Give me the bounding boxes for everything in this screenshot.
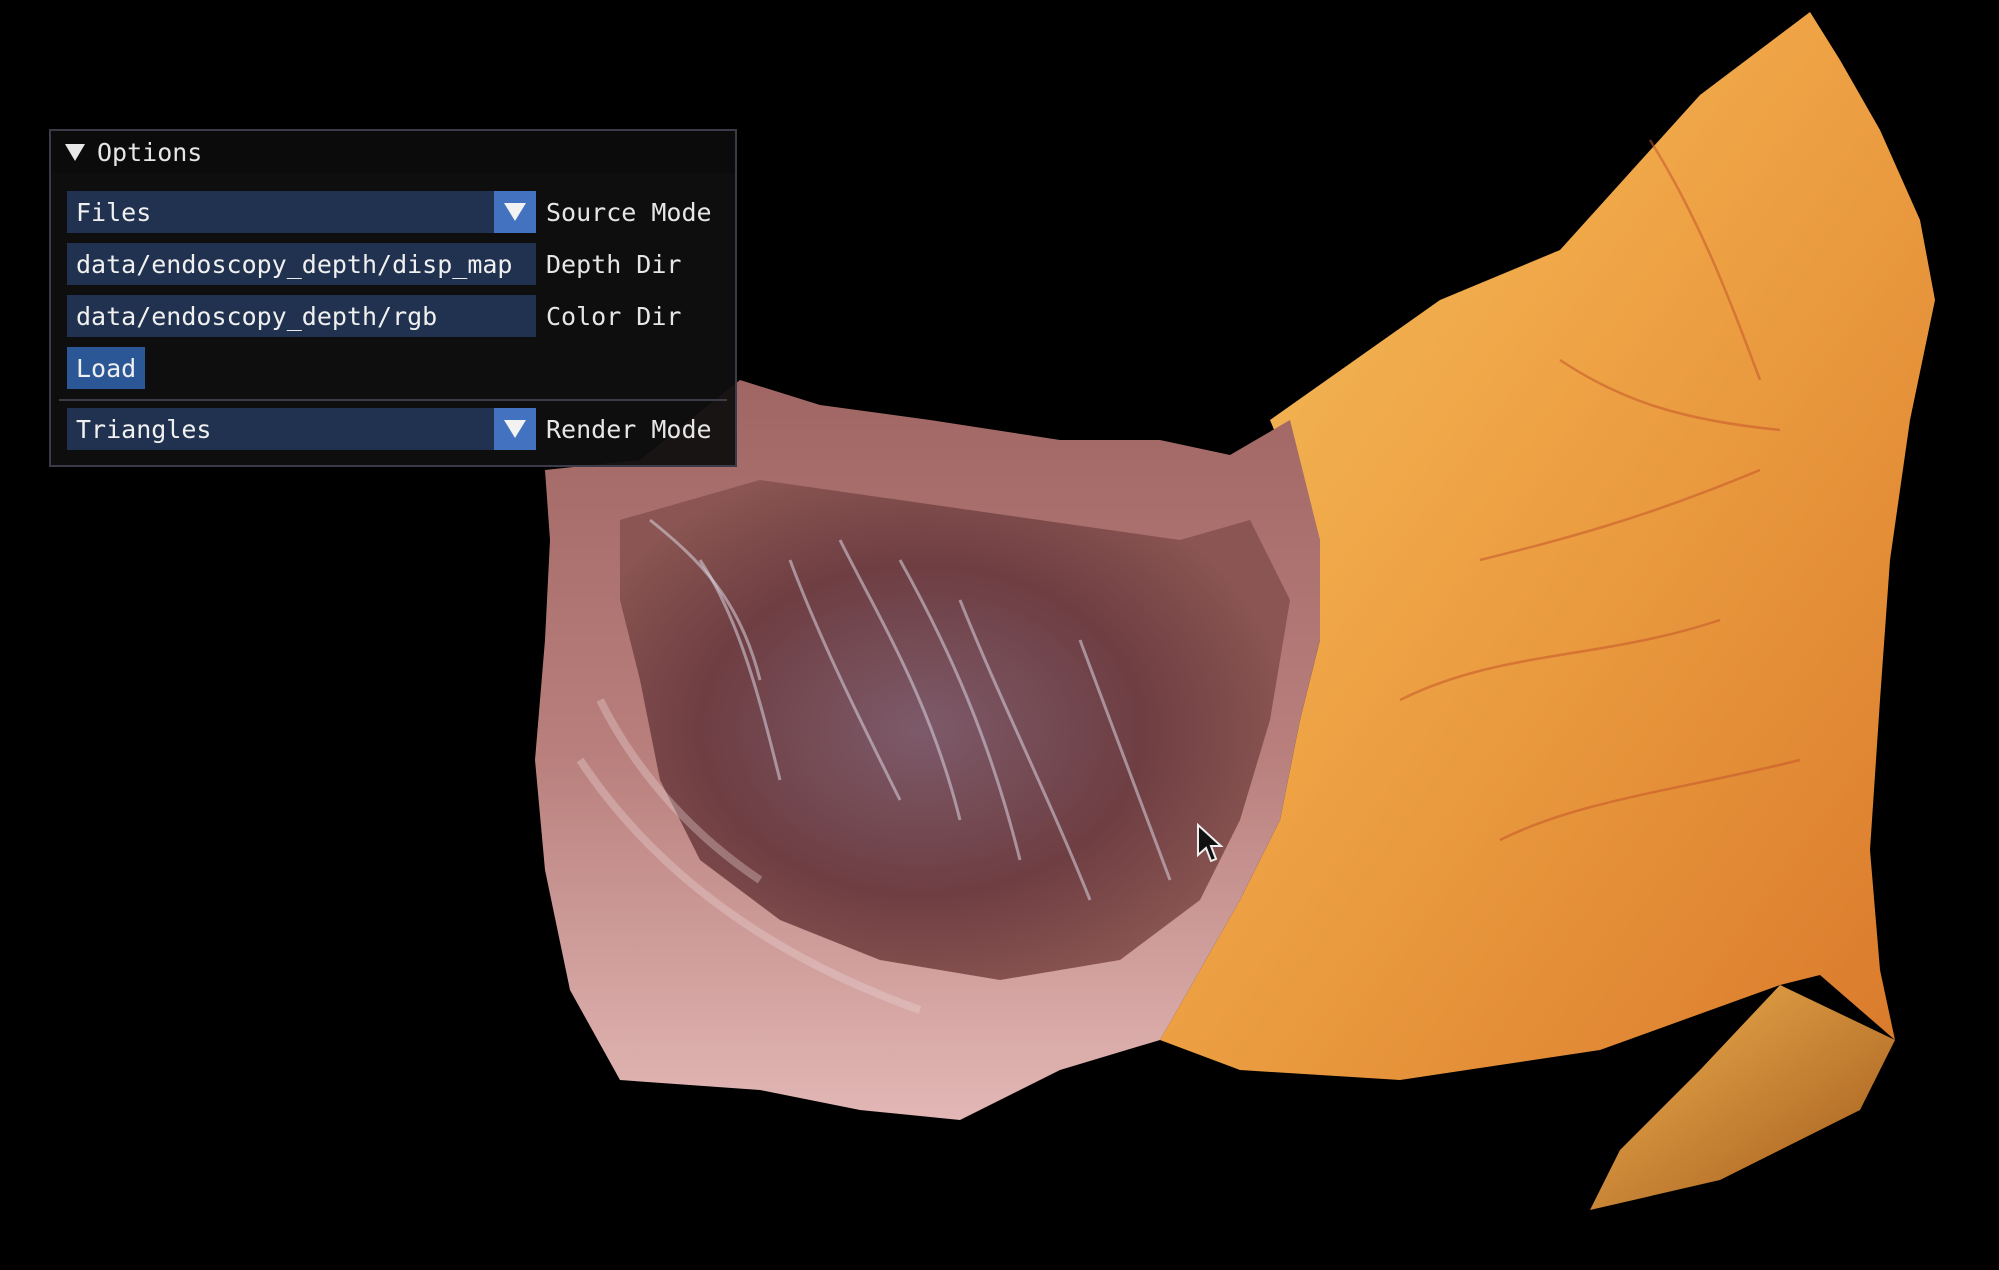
color-dir-input[interactable]: data/endoscopy_depth/rgb <box>67 295 536 337</box>
source-mode-combo[interactable]: Files <box>67 191 536 233</box>
depth-dir-label: Depth Dir <box>546 249 682 279</box>
chevron-down-icon <box>504 420 526 438</box>
render-mode-combo[interactable]: Triangles <box>67 408 536 450</box>
chevron-down-icon <box>504 203 526 221</box>
source-mode-row: Files Source Mode <box>67 191 712 233</box>
source-mode-value: Files <box>76 197 152 227</box>
render-mode-dropdown-button[interactable] <box>494 408 536 450</box>
color-dir-label: Color Dir <box>546 301 682 331</box>
load-row: Load <box>67 347 146 389</box>
collapse-triangle-icon[interactable] <box>65 143 85 161</box>
depth-dir-input[interactable]: data/endoscopy_depth/disp_map <box>67 243 536 285</box>
options-panel[interactable]: Options Files Source Mode data/endoscopy… <box>49 129 737 467</box>
render-mode-value: Triangles <box>76 414 212 444</box>
source-mode-label: Source Mode <box>546 197 712 227</box>
render-mode-label: Render Mode <box>546 414 712 444</box>
render-mode-row: Triangles Render Mode <box>67 408 712 450</box>
source-mode-dropdown-button[interactable] <box>494 191 536 233</box>
load-button[interactable]: Load <box>67 347 146 389</box>
color-dir-row: data/endoscopy_depth/rgb Color Dir <box>67 295 681 337</box>
options-panel-header[interactable]: Options <box>51 131 735 173</box>
depth-dir-row: data/endoscopy_depth/disp_map Depth Dir <box>67 243 681 285</box>
panel-title: Options <box>97 137 203 167</box>
panel-separator <box>59 399 727 401</box>
